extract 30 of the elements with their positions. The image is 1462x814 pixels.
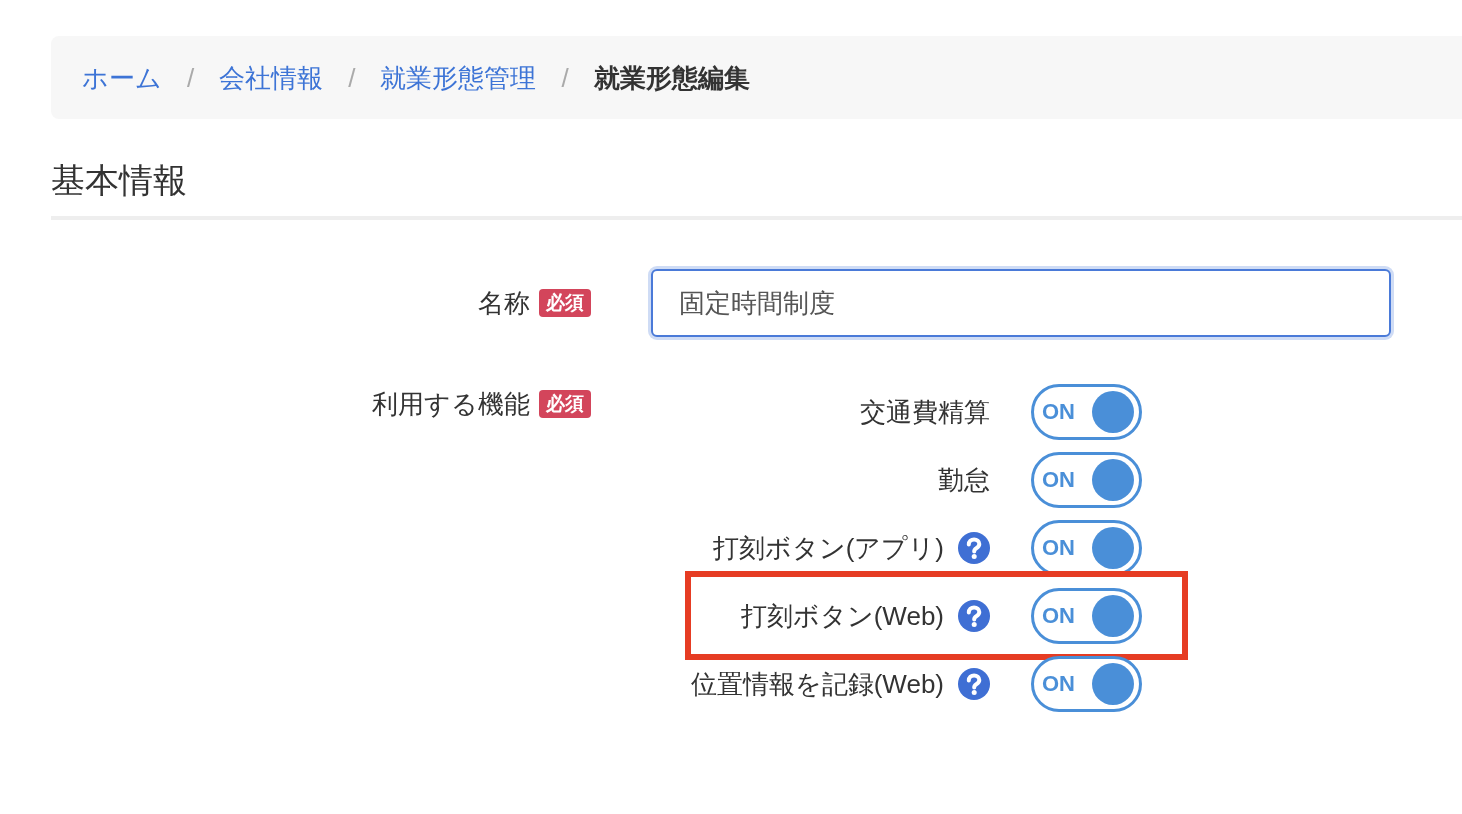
knob-icon [1092, 663, 1134, 705]
breadcrumb-current: 就業形態編集 [593, 61, 750, 95]
help-icon[interactable] [958, 668, 990, 700]
toggle-switch[interactable]: ON [1031, 384, 1142, 440]
knob-icon [1092, 595, 1134, 637]
knob-icon [1092, 459, 1134, 501]
toggle-switch[interactable]: ON [1031, 588, 1142, 644]
help-icon[interactable] [958, 600, 990, 632]
breadcrumb-link[interactable]: 会社情報 [219, 60, 324, 95]
toggle-switch[interactable]: ON [1031, 452, 1142, 508]
field-label: 名称 [478, 287, 530, 320]
knob-icon [1092, 527, 1134, 569]
help-icon[interactable] [958, 532, 990, 564]
required-badge: 必須 [539, 390, 591, 418]
toggle-switch[interactable]: ON [1031, 656, 1142, 712]
breadcrumb-separator: / [186, 61, 196, 95]
field-label: 利用する機能 [372, 388, 530, 421]
feature-label: 打刻ボタン(アプリ) [712, 532, 944, 565]
breadcrumb-separator: / [560, 61, 570, 95]
breadcrumb-separator: / [347, 61, 357, 95]
feature-label: 勤怠 [938, 464, 990, 497]
section-title: 基本情報 [51, 160, 187, 200]
required-badge: 必須 [539, 289, 591, 317]
feature-label: 交通費精算 [860, 396, 990, 429]
breadcrumb-link[interactable]: ホーム [82, 60, 162, 95]
knob-icon [1092, 391, 1134, 433]
feature-label: 打刻ボタン(Web) [740, 600, 944, 633]
breadcrumb-link[interactable]: 就業形態管理 [380, 60, 537, 95]
name-input[interactable]: 固定時間制度 [651, 269, 1391, 337]
feature-label: 位置情報を記録(Web) [690, 668, 944, 701]
